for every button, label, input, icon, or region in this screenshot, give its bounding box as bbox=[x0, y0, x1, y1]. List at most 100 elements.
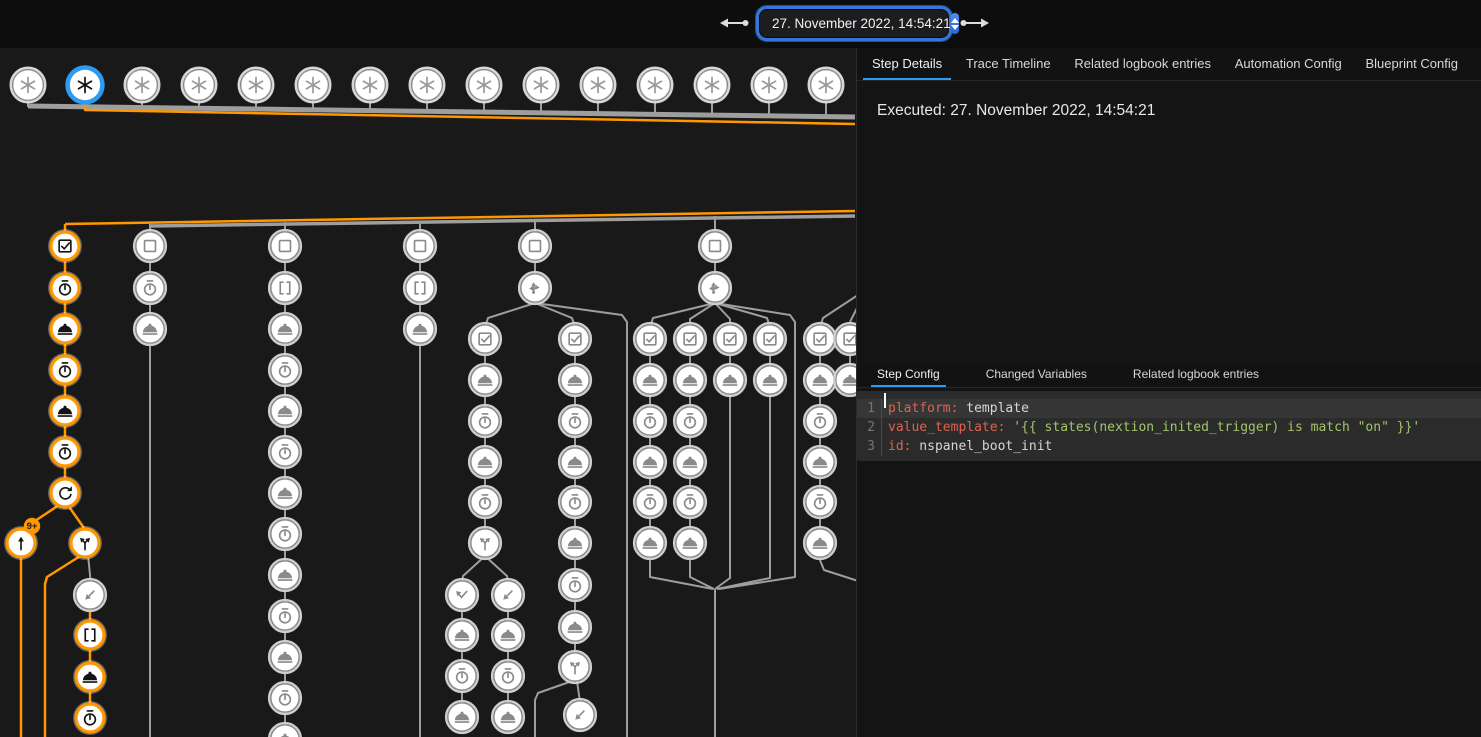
trace-node-brackets[interactable] bbox=[404, 272, 436, 304]
trace-node-brackets[interactable] bbox=[269, 272, 301, 304]
trace-node-square[interactable] bbox=[404, 230, 436, 262]
trace-node-dome[interactable] bbox=[559, 446, 591, 478]
trace-node-timer[interactable] bbox=[559, 569, 591, 601]
trace-node-checkbox[interactable] bbox=[49, 230, 81, 262]
trace-node-dome[interactable] bbox=[674, 446, 706, 478]
trace-node-dome[interactable] bbox=[269, 641, 301, 673]
trace-node-checkbox[interactable] bbox=[754, 323, 786, 355]
trace-node-timer[interactable] bbox=[559, 486, 591, 518]
trace-node-dome[interactable] bbox=[269, 395, 301, 427]
trace-node-checkbox[interactable] bbox=[834, 323, 856, 355]
trace-node-brackets[interactable] bbox=[74, 619, 106, 651]
trace-node-dome[interactable] bbox=[714, 364, 746, 396]
trace-node-timer[interactable] bbox=[269, 436, 301, 468]
trace-node-timer[interactable] bbox=[446, 660, 478, 692]
trace-node-square[interactable] bbox=[699, 230, 731, 262]
trace-node-decision[interactable] bbox=[519, 272, 551, 304]
trace-node-dome[interactable] bbox=[269, 313, 301, 345]
tab-related-logbook-entries[interactable]: Related logbook entries bbox=[1127, 362, 1265, 387]
trace-node-asterisk[interactable] bbox=[809, 68, 843, 102]
trace-node-timer[interactable] bbox=[269, 354, 301, 386]
trace-node-dome[interactable] bbox=[559, 611, 591, 643]
trace-node-dome[interactable] bbox=[446, 619, 478, 651]
trace-node-dome[interactable] bbox=[446, 701, 478, 733]
trace-node-asterisk[interactable] bbox=[11, 68, 45, 102]
trace-node-timer[interactable] bbox=[804, 405, 836, 437]
trace-node-asterisk[interactable] bbox=[581, 68, 615, 102]
trace-node-timer[interactable] bbox=[674, 405, 706, 437]
trace-node-dome[interactable] bbox=[269, 723, 301, 737]
trace-node-asterisk[interactable] bbox=[524, 68, 558, 102]
trace-node-dome[interactable] bbox=[804, 527, 836, 559]
trace-node-dome[interactable] bbox=[49, 313, 81, 345]
trace-node-dome[interactable] bbox=[634, 527, 666, 559]
trace-node-dome[interactable] bbox=[559, 364, 591, 396]
older-trace-button[interactable] bbox=[719, 16, 749, 30]
trace-node-asterisk[interactable] bbox=[182, 68, 216, 102]
trace-node-dome[interactable] bbox=[559, 527, 591, 559]
trace-node-asterisk[interactable] bbox=[410, 68, 444, 102]
trace-node-timer[interactable] bbox=[469, 405, 501, 437]
trace-node-callmissed[interactable] bbox=[446, 579, 478, 611]
trace-node-checkbox[interactable] bbox=[634, 323, 666, 355]
trace-node-dome[interactable] bbox=[269, 477, 301, 509]
trace-node-dome[interactable] bbox=[492, 619, 524, 651]
trace-node-timer[interactable] bbox=[559, 405, 591, 437]
trace-node-arrowbl[interactable] bbox=[564, 699, 596, 731]
trace-select[interactable]: 27. November 2022, 14:54:21 bbox=[760, 10, 948, 37]
trace-node-square[interactable] bbox=[134, 230, 166, 262]
trace-node-timer[interactable] bbox=[49, 436, 81, 468]
trace-node-asterisk[interactable] bbox=[296, 68, 330, 102]
tab-step-config[interactable]: Step Config bbox=[871, 362, 946, 387]
trace-node-timer[interactable] bbox=[49, 354, 81, 386]
trace-node-dome[interactable] bbox=[469, 446, 501, 478]
tab-blueprint-config[interactable]: Blueprint Config bbox=[1356, 48, 1467, 80]
tab-changed-variables[interactable]: Changed Variables bbox=[980, 362, 1093, 387]
trace-node-timer[interactable] bbox=[74, 702, 106, 734]
tab-automation-config[interactable]: Automation Config bbox=[1226, 48, 1351, 80]
trace-node-dome[interactable] bbox=[674, 527, 706, 559]
trace-node-asterisk[interactable] bbox=[68, 68, 103, 103]
trace-node-callsplit[interactable] bbox=[69, 527, 101, 559]
trace-node-callsplit[interactable] bbox=[469, 527, 501, 559]
trace-node-timer[interactable] bbox=[634, 405, 666, 437]
tab-step-details[interactable]: Step Details bbox=[863, 48, 951, 80]
trace-node-dome[interactable] bbox=[754, 364, 786, 396]
trace-node-checkbox[interactable] bbox=[469, 323, 501, 355]
trace-node-asterisk[interactable] bbox=[638, 68, 672, 102]
trace-node-timer[interactable] bbox=[269, 600, 301, 632]
trace-node-timer[interactable] bbox=[134, 272, 166, 304]
trace-node-square[interactable] bbox=[269, 230, 301, 262]
trace-node-asterisk[interactable] bbox=[752, 68, 786, 102]
trace-node-dome[interactable] bbox=[804, 446, 836, 478]
trace-node-callsplit[interactable] bbox=[559, 651, 591, 683]
trace-node-timer[interactable] bbox=[49, 272, 81, 304]
yaml-editor[interactable]: 1platform: template2value_template: '{{ … bbox=[857, 391, 1481, 461]
trace-node-dome[interactable] bbox=[634, 364, 666, 396]
trace-node-dome[interactable] bbox=[134, 313, 166, 345]
trace-node-dome[interactable] bbox=[492, 701, 524, 733]
trace-node-dome[interactable] bbox=[404, 313, 436, 345]
tab-trace-timeline[interactable]: Trace Timeline bbox=[957, 48, 1060, 80]
newer-trace-button[interactable] bbox=[960, 16, 990, 30]
trace-node-asterisk[interactable] bbox=[353, 68, 387, 102]
trace-node-timer[interactable] bbox=[674, 486, 706, 518]
trace-node-asterisk[interactable] bbox=[695, 68, 729, 102]
trace-node-asterisk[interactable] bbox=[467, 68, 501, 102]
trace-node-checkbox[interactable] bbox=[804, 323, 836, 355]
trace-node-arrowup[interactable]: 9+ bbox=[5, 518, 40, 559]
trace-node-dome[interactable] bbox=[674, 364, 706, 396]
trace-node-dome[interactable] bbox=[469, 364, 501, 396]
trace-node-asterisk[interactable] bbox=[239, 68, 273, 102]
trace-node-dome[interactable] bbox=[804, 364, 836, 396]
trace-node-decision[interactable] bbox=[699, 272, 731, 304]
trace-node-checkbox[interactable] bbox=[559, 323, 591, 355]
trace-node-asterisk[interactable] bbox=[125, 68, 159, 102]
trace-node-repeat[interactable] bbox=[49, 477, 81, 509]
trace-node-timer[interactable] bbox=[634, 486, 666, 518]
trace-node-dome[interactable] bbox=[634, 446, 666, 478]
trace-node-timer[interactable] bbox=[269, 518, 301, 550]
trace-node-checkbox[interactable] bbox=[674, 323, 706, 355]
trace-node-checkbox[interactable] bbox=[714, 323, 746, 355]
trace-node-square[interactable] bbox=[519, 230, 551, 262]
